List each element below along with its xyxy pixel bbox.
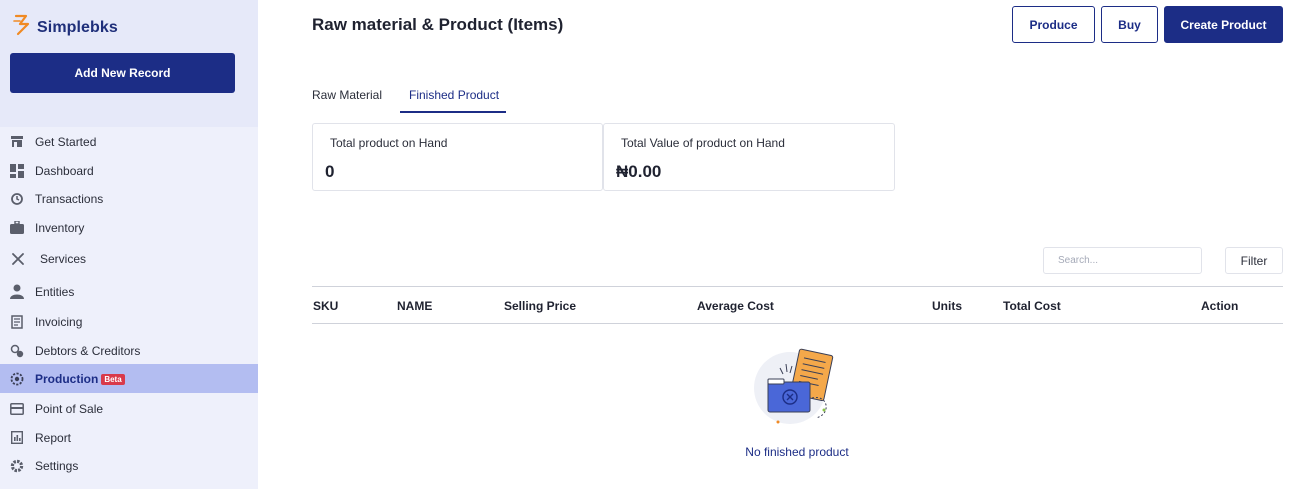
column-header-units[interactable]: Units (932, 299, 962, 313)
stat-value: ₦0.00 (616, 162, 662, 181)
beta-badge: Beta (101, 373, 125, 385)
tab-raw-material[interactable]: Raw Material (312, 88, 382, 102)
sidebar-item-label: Invoicing (35, 314, 83, 329)
sidebar-item-label: Inventory (35, 220, 85, 235)
sidebar: Simplebks Add New Record Get Started Das… (0, 0, 258, 489)
sidebar-item-label: Entities (35, 284, 75, 299)
sidebar-item-dashboard[interactable]: Dashboard (0, 156, 258, 185)
invoice-icon (10, 314, 24, 329)
gear-icon (10, 459, 24, 473)
column-header-selling-price[interactable]: Selling Price (504, 299, 576, 313)
sidebar-item-production-label: Production (35, 371, 99, 386)
sidebar-item-invoicing[interactable]: Invoicing (0, 307, 258, 336)
sidebar-item-label: Debtors & Creditors (35, 343, 141, 358)
tab-finished-product[interactable]: Finished Product (409, 88, 499, 102)
sidebar-item-point-of-sale[interactable]: Point of Sale (0, 394, 258, 423)
stat-label: Total Value of product on Hand (621, 136, 785, 150)
tools-icon (11, 252, 25, 266)
column-header-sku[interactable]: SKU (313, 299, 338, 313)
sidebar-item-label: Settings (35, 458, 79, 473)
page-title: Raw material & Product (Items) (312, 15, 564, 34)
report-icon (10, 431, 24, 445)
stat-card-total-on-hand: Total product on Hand 0 (312, 123, 603, 191)
debtors-icon (10, 344, 24, 358)
sidebar-item-transactions[interactable]: Transactions (0, 184, 258, 213)
transactions-icon (10, 192, 24, 206)
app-logo[interactable]: Simplebks (12, 13, 118, 42)
sidebar-item-label: Dashboard (35, 163, 94, 178)
sidebar-item-get-started[interactable]: Get Started (0, 127, 258, 156)
empty-state-message: No finished product (745, 445, 849, 459)
active-tab-indicator (400, 111, 506, 113)
table-header: SKU NAME Selling Price Average Cost Unit… (312, 286, 1283, 324)
column-header-total-cost[interactable]: Total Cost (1003, 299, 1061, 313)
sidebar-item-report[interactable]: Report (0, 423, 258, 452)
column-header-average-cost[interactable]: Average Cost (697, 299, 774, 313)
search-input[interactable] (1043, 247, 1202, 274)
sidebar-item-entities[interactable]: Entities (0, 277, 258, 306)
person-icon (10, 284, 24, 299)
create-product-button[interactable]: Create Product (1164, 6, 1283, 43)
sidebar-item-label: Get Started (35, 134, 97, 149)
filter-button[interactable]: Filter (1225, 247, 1283, 274)
store-icon (10, 135, 24, 149)
column-header-name[interactable]: NAME (397, 299, 432, 313)
stat-label: Total product on Hand (330, 136, 448, 150)
sidebar-item-label: Production Beta (35, 372, 125, 386)
sidebar-item-services[interactable]: Services (0, 244, 258, 273)
column-header-action[interactable]: Action (1201, 299, 1238, 313)
sidebar-item-inventory[interactable]: Inventory (0, 213, 258, 242)
card-icon (10, 402, 24, 416)
buy-button[interactable]: Buy (1101, 6, 1158, 43)
sidebar-item-label: Report (35, 430, 72, 445)
sidebar-item-production[interactable]: Production Beta (0, 364, 258, 393)
stat-card-total-value: Total Value of product on Hand ₦0.00 (603, 123, 895, 191)
empty-state-illustration (750, 348, 842, 431)
add-new-record-button[interactable]: Add New Record (10, 53, 235, 93)
production-icon (10, 372, 24, 386)
briefcase-icon (10, 221, 24, 235)
sidebar-item-settings[interactable]: Settings (0, 451, 258, 480)
stat-value: 0 (325, 162, 335, 181)
sidebar-item-label: Transactions (35, 191, 104, 206)
sidebar-item-label: Point of Sale (35, 401, 104, 416)
logo-icon (12, 13, 32, 42)
produce-button[interactable]: Produce (1012, 6, 1095, 43)
dashboard-icon (10, 163, 24, 178)
sidebar-item-label: Services (40, 251, 87, 266)
app-name: Simplebks (37, 18, 118, 36)
sidebar-item-debtors-creditors[interactable]: Debtors & Creditors (0, 336, 258, 365)
